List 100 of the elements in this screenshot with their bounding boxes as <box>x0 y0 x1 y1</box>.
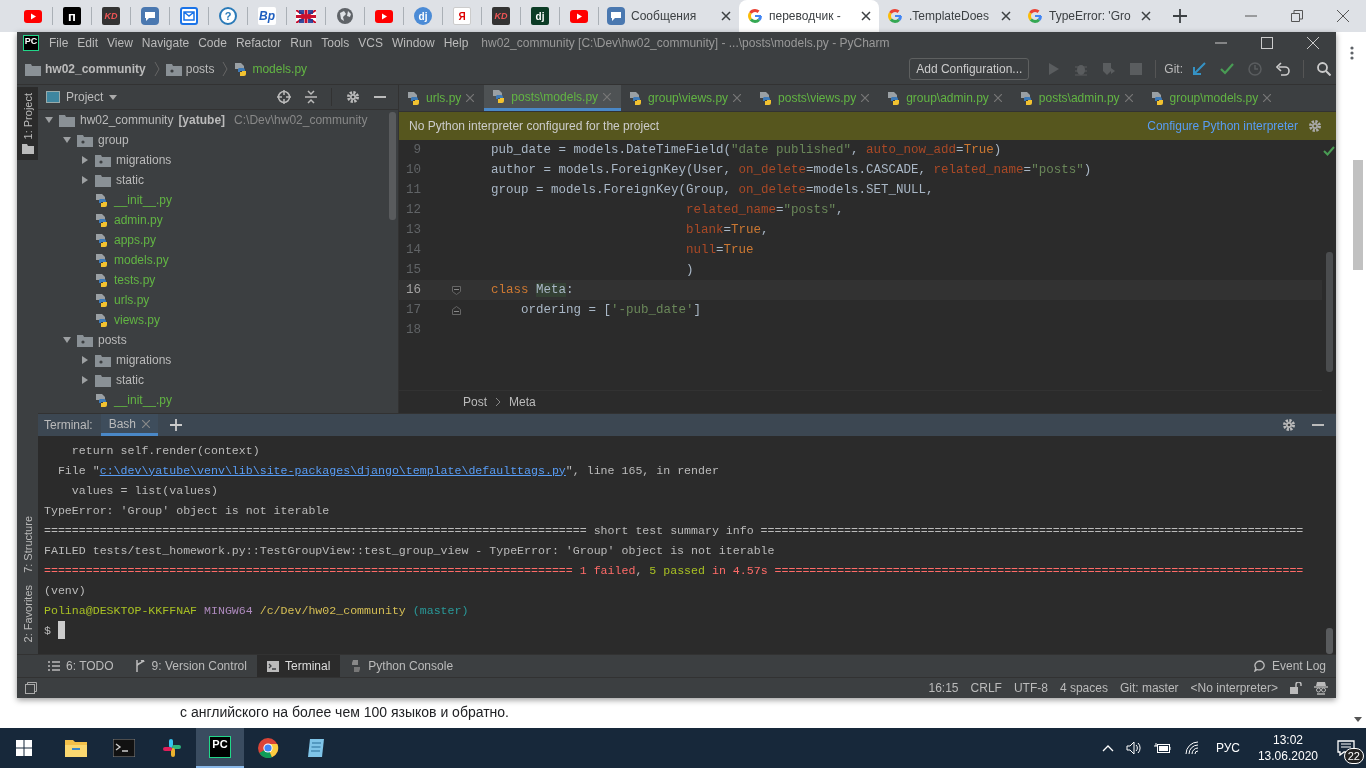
tree-item-label[interactable]: static <box>116 373 144 387</box>
status-item[interactable]: CRLF <box>970 681 1002 695</box>
site-icon[interactable]: Bp <box>258 7 276 25</box>
editor-tab[interactable]: group\views.py <box>621 85 752 111</box>
status-item[interactable]: 4 spaces <box>1059 681 1108 695</box>
inspector-icon[interactable] <box>1314 681 1328 695</box>
video-play-icon[interactable] <box>375 9 393 23</box>
status-item[interactable]: Git: master <box>1119 681 1179 695</box>
tree-item-label[interactable]: posts <box>98 333 127 347</box>
tool-window-stripe-button[interactable]: 1: Project <box>17 87 38 161</box>
tree-item-label[interactable]: views.py <box>114 313 160 327</box>
breadcrumb[interactable]: Meta <box>509 395 536 409</box>
site-icon[interactable]: KD <box>102 7 120 25</box>
tool-window-button[interactable]: 9: Version Control <box>123 655 257 677</box>
taskbar-app[interactable]: PC <box>196 728 244 768</box>
site-icon[interactable]: ? <box>219 7 237 25</box>
speaker-icon[interactable] <box>1125 741 1142 755</box>
collapsed-arrow-icon[interactable] <box>80 175 90 185</box>
breadcrumb[interactable]: hw02_community <box>45 62 146 76</box>
site-icon[interactable]: dj <box>531 7 549 25</box>
editor-tab[interactable]: group\models.py <box>1142 85 1282 111</box>
expanded-arrow-icon[interactable] <box>62 335 72 345</box>
commit-icon[interactable] <box>1220 62 1234 76</box>
expanded-arrow-icon[interactable] <box>44 115 54 125</box>
layout-icon[interactable] <box>25 682 37 694</box>
checkmark-icon[interactable] <box>1323 146 1335 156</box>
tree-item-label[interactable]: tests.py <box>114 273 156 287</box>
wifi-icon[interactable] <box>1183 741 1200 755</box>
tree-item-label[interactable]: static <box>116 173 144 187</box>
editor-tab[interactable]: urls.py <box>399 85 485 111</box>
video-play-icon[interactable] <box>24 9 42 23</box>
breadcrumb[interactable]: Post <box>463 395 487 409</box>
scroll-down-icon[interactable] <box>1354 717 1362 722</box>
minimize-icon[interactable] <box>1312 423 1324 427</box>
collapse-icon[interactable] <box>305 90 317 104</box>
chat-icon[interactable] <box>141 7 159 25</box>
update-icon[interactable] <box>1192 62 1206 76</box>
terminal-tab[interactable]: Bash <box>100 414 159 436</box>
tree-item-label[interactable]: admin.py <box>114 213 163 227</box>
tree-item-label[interactable]: apps.py <box>114 233 157 247</box>
close-icon[interactable] <box>1141 11 1151 21</box>
tool-window-button[interactable]: 6: TODO <box>38 655 124 677</box>
close-icon[interactable] <box>861 11 871 21</box>
menu-item[interactable]: Navigate <box>141 36 190 50</box>
close-icon[interactable] <box>1001 11 1011 21</box>
tool-window-button[interactable]: Terminal <box>256 655 341 677</box>
menu-item[interactable]: Run <box>290 36 313 50</box>
add-icon[interactable] <box>170 419 183 431</box>
windows-logo-icon[interactable] <box>16 740 32 756</box>
tree-item-label[interactable]: __init__.py <box>114 193 173 207</box>
site-icon[interactable]: KD <box>492 7 510 25</box>
scrollbar-thumb[interactable] <box>1353 160 1363 270</box>
close-icon[interactable] <box>721 11 731 21</box>
globe-icon[interactable] <box>336 7 354 25</box>
menu-item[interactable]: Help <box>443 36 469 50</box>
event-log-button[interactable]: Event Log <box>1243 655 1336 677</box>
clock[interactable]: 13:02 13.06.2020 <box>1257 732 1318 764</box>
site-icon[interactable]: dj <box>414 7 432 25</box>
tree-item-label[interactable]: urls.py <box>114 293 150 307</box>
editor-tab[interactable]: posts\models.py <box>484 85 622 111</box>
tree-item-label[interactable]: hw02_community <box>80 113 174 127</box>
settings-icon[interactable] <box>1282 418 1296 432</box>
flag-icon[interactable] <box>296 9 316 23</box>
breadcrumb[interactable]: models.py <box>252 62 308 76</box>
menu-item[interactable]: Tools <box>321 36 350 50</box>
editor-tab[interactable]: posts\views.py <box>751 85 880 111</box>
fold-icon[interactable] <box>452 305 461 315</box>
fold-icon[interactable] <box>452 285 461 295</box>
lock-icon[interactable] <box>1290 682 1302 694</box>
maximize-icon[interactable] <box>1261 37 1273 49</box>
tree-item-label[interactable]: group <box>98 133 129 147</box>
settings-icon[interactable] <box>346 90 360 104</box>
settings-icon[interactable] <box>1308 119 1322 133</box>
tool-window-stripe-button[interactable]: 2: Favorites <box>17 578 38 648</box>
browser-tab[interactable]: Сообщения <box>599 0 739 32</box>
chevron-up-icon[interactable] <box>1101 744 1114 752</box>
language-indicator[interactable]: РУС <box>1215 741 1240 755</box>
menu-item[interactable]: Window <box>391 36 435 50</box>
collapsed-arrow-icon[interactable] <box>80 355 90 365</box>
menu-item[interactable]: Code <box>198 36 227 50</box>
browser-tab[interactable]: переводчик - <box>739 0 879 32</box>
collapsed-arrow-icon[interactable] <box>80 375 90 385</box>
tree-item-label[interactable]: __init__.py <box>114 393 173 407</box>
scrollbar-thumb[interactable] <box>1325 628 1333 654</box>
status-item[interactable]: <No interpreter> <box>1190 681 1278 695</box>
revert-icon[interactable] <box>1276 62 1290 76</box>
expanded-arrow-icon[interactable] <box>62 135 72 145</box>
browser-tab[interactable]: TypeError: 'Gro <box>1019 0 1159 32</box>
tool-window-button[interactable]: Python Console <box>340 655 464 677</box>
close-icon[interactable] <box>1337 10 1349 22</box>
new-tab-icon[interactable] <box>1173 9 1187 23</box>
breadcrumb[interactable]: posts <box>185 62 215 76</box>
tool-window-stripe-button[interactable]: 7: Structure <box>17 509 38 579</box>
tree-item-label[interactable]: migrations <box>116 353 172 367</box>
restore-icon[interactable] <box>1291 10 1303 22</box>
collapsed-arrow-icon[interactable] <box>80 155 90 165</box>
search-icon[interactable] <box>1317 62 1331 76</box>
minimize-icon[interactable] <box>374 95 386 99</box>
menu-item[interactable]: Edit <box>77 36 99 50</box>
menu-item[interactable]: View <box>107 36 133 50</box>
